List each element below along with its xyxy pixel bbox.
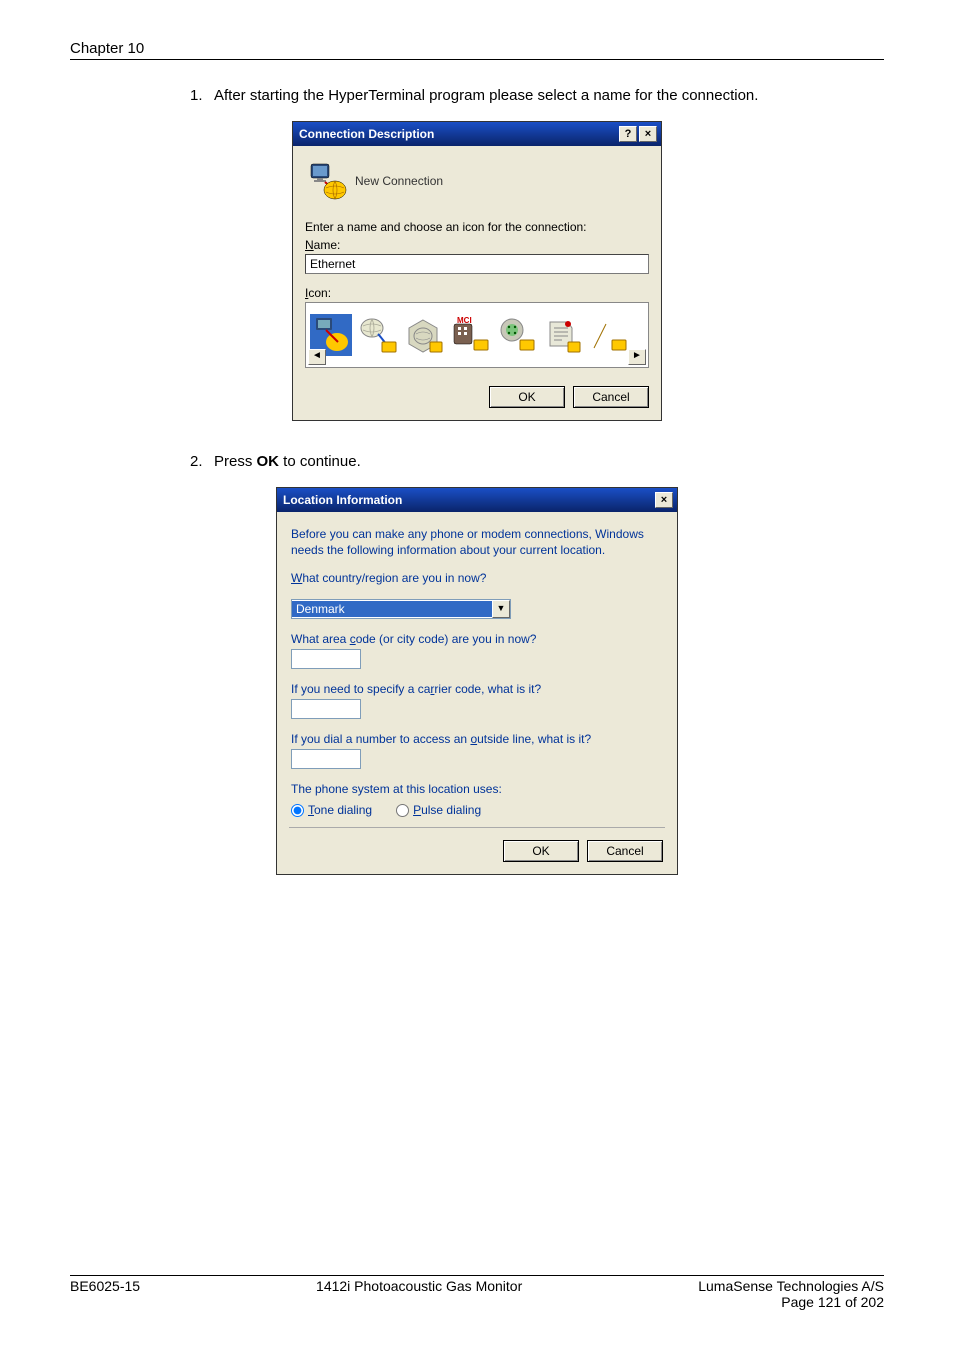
location-information-dialog: Location Information × Before you can ma… bbox=[276, 487, 678, 875]
tone-radio-input[interactable] bbox=[291, 804, 304, 817]
ok-button[interactable]: OK bbox=[503, 840, 579, 862]
icon-scroll-left[interactable]: ◄ bbox=[308, 349, 326, 365]
dialog-separator bbox=[289, 827, 665, 828]
dropdown-arrow-icon[interactable]: ▼ bbox=[492, 600, 510, 618]
cancel-button[interactable]: Cancel bbox=[573, 386, 649, 408]
svg-text:MCI: MCI bbox=[457, 316, 472, 325]
enter-name-label: Enter a name and choose an icon for the … bbox=[305, 220, 587, 234]
country-select[interactable]: Denmark ▼ bbox=[291, 599, 511, 619]
dlg2-titlebar: Location Information × bbox=[277, 488, 677, 512]
pulse-dialing-radio[interactable]: Pulse dialing bbox=[396, 803, 481, 817]
step-2-text: Press OK to continue. bbox=[214, 451, 884, 472]
carrier-code-input[interactable] bbox=[291, 699, 361, 719]
step-1-number: 1. bbox=[190, 85, 214, 106]
country-value: Denmark bbox=[292, 601, 492, 617]
step-1: 1. After starting the HyperTerminal prog… bbox=[190, 85, 884, 106]
step-2: 2. Press OK to continue. bbox=[190, 451, 884, 472]
new-connection-icon bbox=[305, 160, 347, 202]
icon-scroll-right[interactable]: ► bbox=[628, 349, 646, 365]
name-input[interactable] bbox=[305, 254, 649, 274]
footer-page: Page 121 of 202 bbox=[781, 1294, 884, 1310]
carrier-code-label: If you need to specify a carrier code, w… bbox=[291, 681, 663, 697]
outside-line-label: If you dial a number to access an outsid… bbox=[291, 731, 663, 747]
area-code-label: What area code (or city code) are you in… bbox=[291, 631, 663, 647]
page-footer: BE6025-15 1412i Photoacoustic Gas Monito… bbox=[70, 1275, 884, 1310]
chapter-label: Chapter 10 bbox=[70, 40, 144, 57]
ok-button[interactable]: OK bbox=[489, 386, 565, 408]
close-button[interactable]: × bbox=[655, 492, 673, 508]
country-label: What country/region are you in now? bbox=[291, 570, 663, 586]
footer-center: 1412i Photoacoustic Gas Monitor bbox=[316, 1278, 522, 1294]
tone-dialing-radio[interactable]: Tone dialing bbox=[291, 803, 372, 817]
footer-left: BE6025-15 bbox=[70, 1278, 140, 1294]
connection-description-dialog: Connection Description ? × bbox=[292, 121, 662, 421]
area-code-input[interactable] bbox=[291, 649, 361, 669]
step-1-text: After starting the HyperTerminal program… bbox=[214, 85, 884, 106]
new-connection-label: New Connection bbox=[355, 174, 443, 188]
header-rule bbox=[70, 59, 884, 60]
close-button[interactable]: × bbox=[639, 126, 657, 142]
icon-field-label: Icon: bbox=[305, 286, 649, 300]
cancel-button[interactable]: Cancel bbox=[587, 840, 663, 862]
pulse-radio-input[interactable] bbox=[396, 804, 409, 817]
help-button[interactable]: ? bbox=[619, 126, 637, 142]
icon-picker[interactable]: MCI bbox=[305, 302, 649, 368]
phone-system-label: The phone system at this location uses: bbox=[291, 781, 663, 797]
dlg2-title: Location Information bbox=[283, 493, 653, 507]
dlg1-title: Connection Description bbox=[299, 127, 617, 141]
footer-right: LumaSense Technologies A/S bbox=[698, 1278, 884, 1294]
name-field-label: Name: bbox=[305, 238, 649, 252]
dlg1-titlebar: Connection Description ? × bbox=[293, 122, 661, 146]
outside-line-input[interactable] bbox=[291, 749, 361, 769]
location-intro: Before you can make any phone or modem c… bbox=[291, 526, 663, 558]
step-2-number: 2. bbox=[190, 451, 214, 472]
